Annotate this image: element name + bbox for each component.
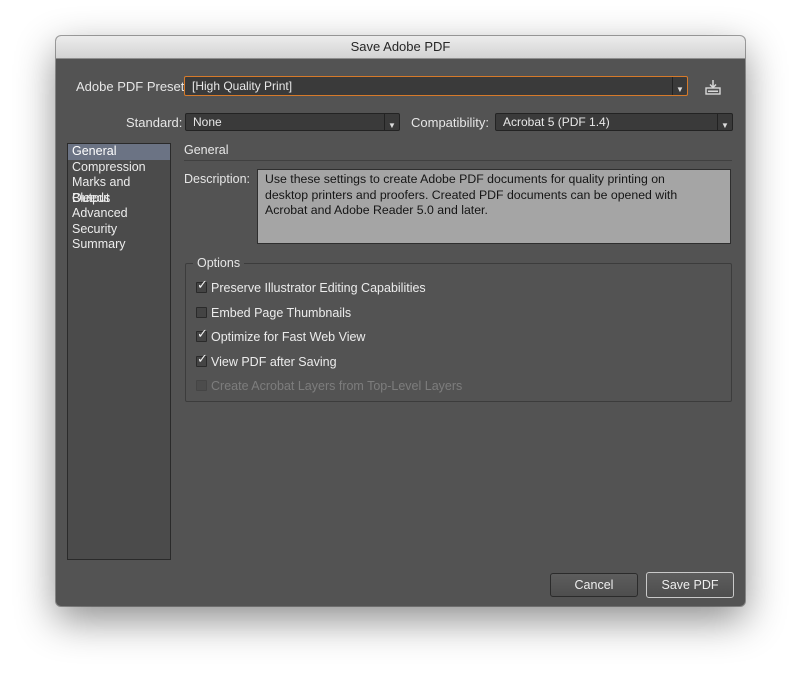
checkmark-icon: ✓ (197, 277, 208, 292)
panel-title: General (184, 143, 229, 157)
save-adobe-pdf-dialog: Save Adobe PDF Adobe PDF Preset: [High Q… (56, 36, 745, 606)
option-label: Optimize for Fast Web View (211, 330, 366, 344)
chevron-down-icon: ▼ (384, 114, 399, 130)
view-pdf-after-saving-checkbox[interactable]: ✓ View PDF after Saving (196, 352, 337, 370)
checkmark-icon: ✓ (197, 351, 208, 366)
standard-value: None (193, 115, 222, 129)
checkbox[interactable] (196, 307, 207, 318)
fast-web-view-checkbox[interactable]: ✓ Optimize for Fast Web View (196, 327, 366, 345)
sidebar-item-general[interactable]: General (68, 144, 170, 160)
description-line: Use these settings to create Adobe PDF d… (265, 172, 665, 186)
chevron-down-icon: ▼ (672, 77, 687, 95)
sidebar-item-summary[interactable]: Summary (68, 237, 170, 253)
chevron-down-icon: ▼ (717, 114, 732, 130)
window-title: Save Adobe PDF (56, 36, 745, 59)
preset-dropdown[interactable]: [High Quality Print] ▼ (184, 76, 688, 96)
standard-dropdown[interactable]: None ▼ (185, 113, 400, 131)
description-label: Description: (184, 172, 250, 186)
sidebar: General Compression Marks and Bleeds Out… (67, 143, 171, 560)
option-label: Create Acrobat Layers from Top-Level Lay… (211, 379, 463, 393)
checkbox (196, 380, 207, 391)
checkbox[interactable]: ✓ (196, 278, 208, 293)
options-group: Options ✓ Preserve Illustrator Editing Ca… (185, 256, 732, 402)
cancel-button[interactable]: Cancel (550, 573, 638, 597)
sidebar-item-output[interactable]: Output (68, 191, 170, 207)
options-group-title: Options (193, 256, 245, 270)
sidebar-item-compression[interactable]: Compression (68, 160, 170, 176)
acrobat-layers-checkbox: Create Acrobat Layers from Top-Level Lay… (196, 378, 462, 394)
sidebar-item-advanced[interactable]: Advanced (68, 206, 170, 222)
embed-thumbnails-checkbox[interactable]: Embed Page Thumbnails (196, 305, 351, 321)
standard-label: Standard: (126, 115, 183, 130)
compatibility-label: Compatibility: (411, 115, 490, 130)
checkbox[interactable]: ✓ (196, 352, 208, 367)
description-text: Use these settings to create Adobe PDF d… (257, 169, 731, 244)
sidebar-item-marks-and-bleeds[interactable]: Marks and Bleeds (68, 175, 170, 205)
save-pdf-button[interactable]: Save PDF (646, 572, 734, 598)
compatibility-dropdown[interactable]: Acrobat 5 (PDF 1.4) ▼ (495, 113, 733, 131)
checkbox[interactable]: ✓ (196, 327, 208, 342)
save-preset-icon[interactable] (704, 78, 722, 96)
compatibility-value: Acrobat 5 (PDF 1.4) (503, 115, 610, 129)
sidebar-item-security[interactable]: Security (68, 222, 170, 238)
preserve-editing-checkbox[interactable]: ✓ Preserve Illustrator Editing Capabiliti… (196, 278, 426, 296)
option-label: Embed Page Thumbnails (211, 306, 352, 320)
panel-divider (184, 160, 732, 161)
description-line: desktop printers and proofers. Created P… (265, 187, 678, 202)
option-label: View PDF after Saving (211, 355, 337, 369)
preset-label: Adobe PDF Preset: (76, 79, 188, 94)
description-line: Acrobat and Adobe Reader 5.0 and later. (265, 203, 488, 217)
preset-value: [High Quality Print] (192, 79, 293, 93)
option-label: Preserve Illustrator Editing Capabilitie… (211, 281, 426, 295)
checkmark-icon: ✓ (197, 326, 208, 341)
